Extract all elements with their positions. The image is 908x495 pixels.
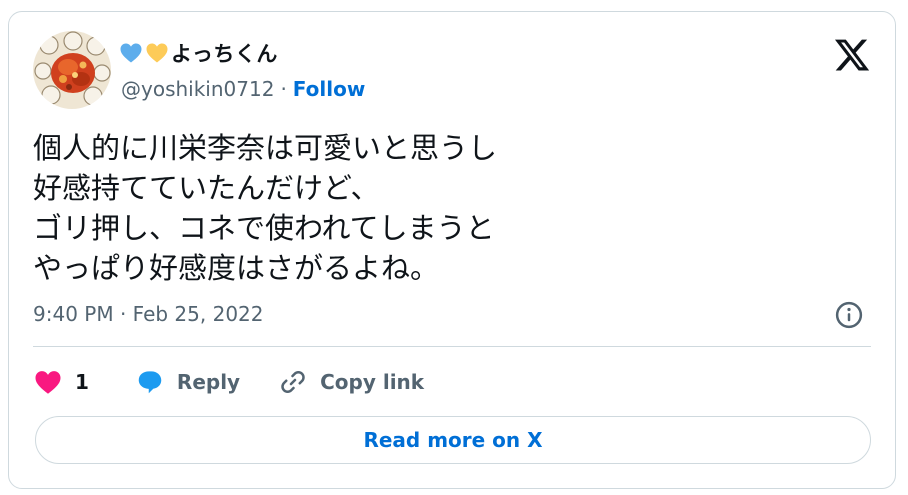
tweet-line: ゴリ押し、コネで使われてしまうと [33,211,495,245]
x-logo-icon[interactable] [833,36,871,74]
tweet-line: 個人的に川栄李奈は可愛いと思うし [33,131,498,165]
handle-separator: · [280,77,287,101]
tweet-line: 好感持てていたんだけど、 [33,171,380,205]
copy-link-label: Copy link [320,370,425,394]
tweet-embed-card: よっちくん @yoshikin0712 · Follow 個人的に川栄李奈は可愛… [8,11,896,489]
heart-icon [35,371,61,394]
link-icon [281,371,305,393]
like-button[interactable]: 1 [33,367,89,397]
reply-label: Reply [176,370,241,394]
handle-row: @yoshikin0712 · Follow [121,74,365,104]
author-display-name[interactable]: よっちくん [119,36,278,70]
tweet-timestamp[interactable]: 9:40 PM · Feb 25, 2022 [33,300,264,328]
avatar[interactable] [33,31,111,109]
reply-button[interactable]: Reply [135,367,240,397]
tweet-text: 個人的に川栄李奈は可愛いと思うし 好感持てていたんだけど、 ゴリ押し、コネで使わ… [33,128,853,288]
read-more-button[interactable]: Read more on X [35,416,871,464]
blue-heart-emoji-icon [120,43,142,63]
copy-link-button[interactable]: Copy link [278,367,424,397]
info-icon[interactable] [834,300,864,330]
like-count: 1 [75,370,89,394]
tweet-actions: 1 Reply Copy link [33,364,424,400]
avatar-image [33,31,111,109]
author-handle[interactable]: @yoshikin0712 [121,77,274,101]
speech-bubble-icon [138,371,162,394]
divider [33,346,871,347]
tweet-line: やっぱり好感度はさがるよね。 [33,251,440,285]
follow-link[interactable]: Follow [293,77,366,101]
yellow-heart-emoji-icon [146,43,168,63]
display-name-text: よっちくん [171,42,278,66]
